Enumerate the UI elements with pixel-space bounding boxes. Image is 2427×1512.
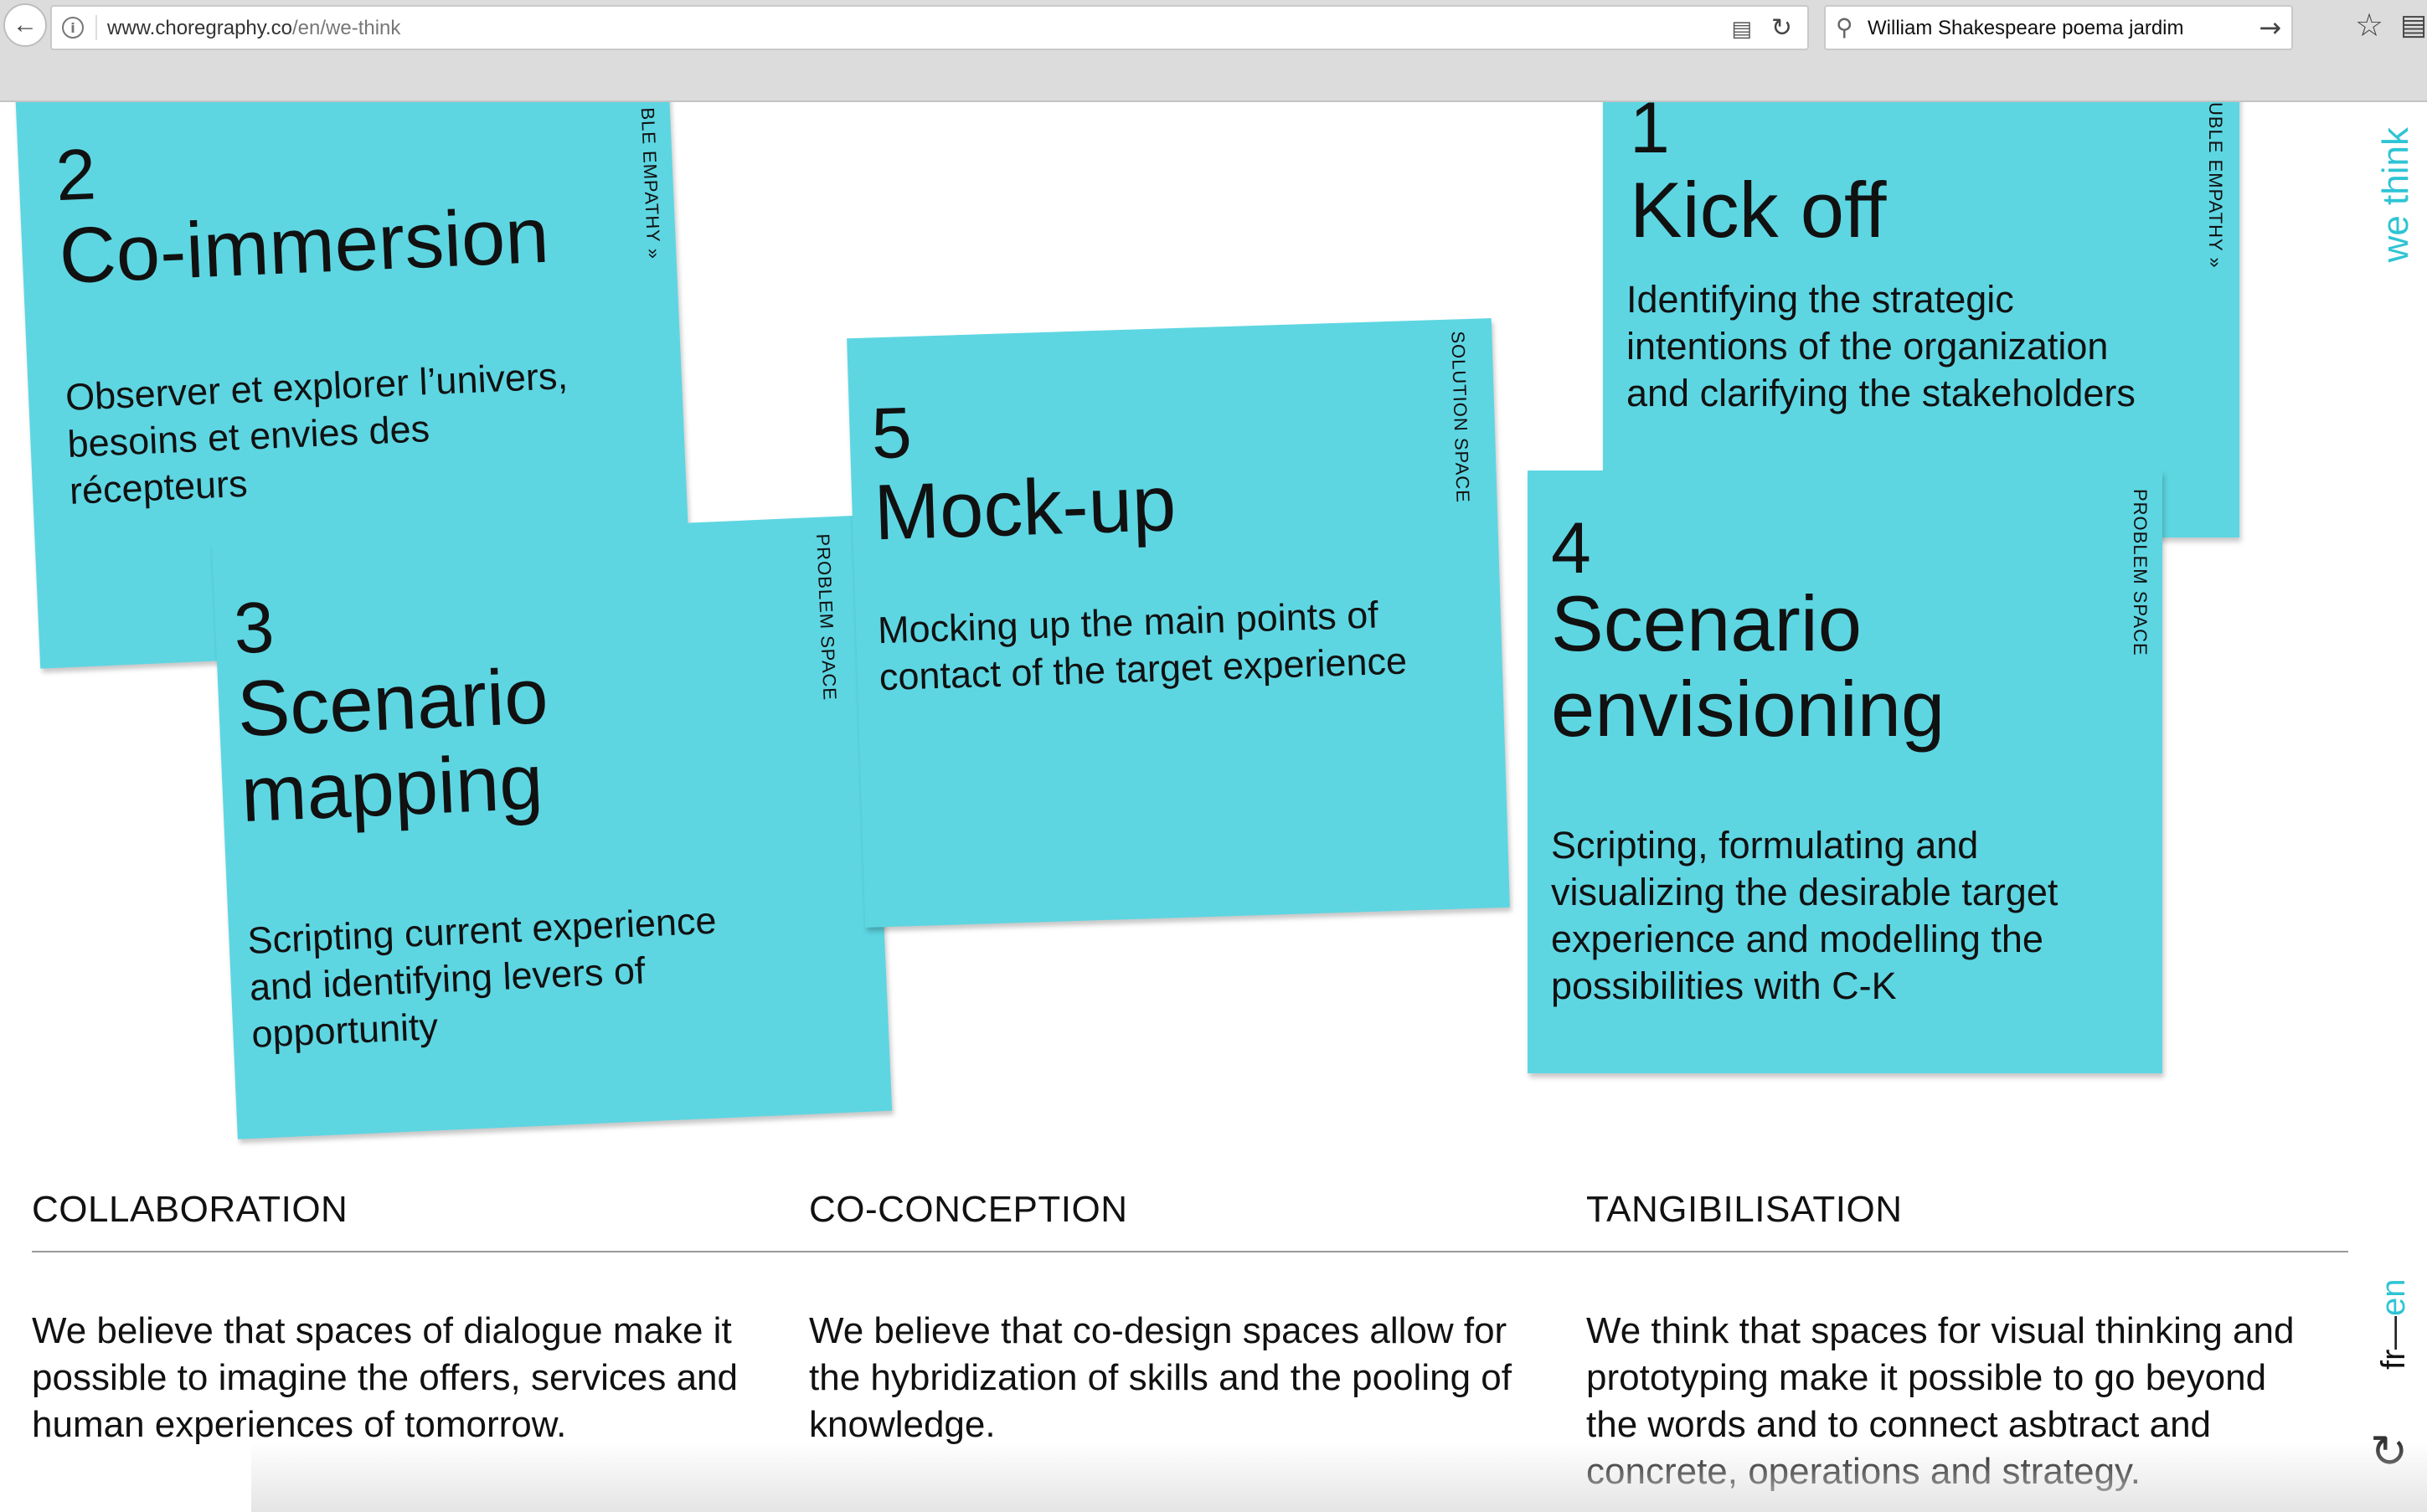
card-mock-up[interactable]: 5 Mock-up Mocking up the main points of … bbox=[847, 318, 1510, 928]
card-title: Co-immersion bbox=[57, 190, 551, 301]
url-divider bbox=[95, 15, 97, 40]
card-description: Mocking up the main points of contact of… bbox=[877, 593, 1408, 699]
card-side-label: SOLUTION SPACE bbox=[1447, 330, 1474, 504]
page-viewport: 2 Co-immersion Observer et explorer l’un… bbox=[0, 102, 2427, 1512]
card-title: Mock-up bbox=[873, 459, 1177, 557]
card-description: Scripting, formulating and visualizing t… bbox=[1551, 824, 2059, 1007]
section-divider bbox=[32, 1251, 2348, 1252]
lang-fr-link[interactable]: fr bbox=[2375, 1350, 2413, 1370]
card-number: 2 bbox=[54, 134, 98, 217]
star-icon[interactable]: ☆ bbox=[2355, 7, 2383, 44]
info-icon[interactable]: i bbox=[62, 17, 84, 39]
go-arrow-icon[interactable]: → bbox=[2259, 12, 2281, 44]
address-bar[interactable]: i www.choregraphy.co/en/we-think ▤ ↻ bbox=[50, 5, 1809, 50]
search-icon: ⚲ bbox=[1836, 13, 1853, 41]
reload-icon[interactable]: ↻ bbox=[1771, 13, 1792, 43]
lang-en-link[interactable]: en bbox=[2375, 1278, 2413, 1316]
column-heading-tangibilisation: TANGIBILISATION bbox=[1586, 1189, 1903, 1230]
card-scenario-envisioning[interactable]: 4 Scenario envisioning Scripting, formul… bbox=[1528, 471, 2162, 1073]
url-path: /en/we-think bbox=[292, 17, 401, 39]
card-number: 3 bbox=[232, 587, 276, 670]
column-text-co-conception: We believe that co-design spaces allow f… bbox=[809, 1310, 1512, 1445]
card-side-label: PROBLEM SPACE bbox=[812, 533, 841, 702]
search-input[interactable]: William Shakespeare poema jardim bbox=[1868, 17, 2183, 40]
column-heading-collaboration: COLLABORATION bbox=[32, 1189, 348, 1230]
card-title: Scenario mapping bbox=[235, 651, 550, 839]
search-bar[interactable]: ⚲ William Shakespeare poema jardim → bbox=[1824, 5, 2293, 50]
card-side-label: PROBLEM SPACE bbox=[2130, 489, 2151, 656]
reader-view-icon[interactable]: ▤ bbox=[1731, 17, 1752, 42]
card-number: 1 bbox=[1630, 102, 1670, 168]
card-description: Scripting current experience and identif… bbox=[246, 898, 718, 1056]
card-title: Kick off bbox=[1630, 166, 1887, 254]
column-text-collaboration: We believe that spaces of dialogue make … bbox=[32, 1310, 738, 1445]
card-description: Observer et explorer l’univers, besoins … bbox=[64, 353, 569, 512]
card-side-label: BLE EMPATHY » bbox=[636, 106, 665, 260]
bottom-fade-overlay bbox=[251, 1442, 2427, 1512]
lang-separator: — bbox=[2375, 1315, 2412, 1350]
card-scenario-mapping[interactable]: 3 Scenario mapping Scripting current exp… bbox=[211, 515, 893, 1139]
card-number: 5 bbox=[870, 392, 914, 475]
column-heading-co-conception: CO-CONCEPTION bbox=[809, 1189, 1128, 1230]
url-domain: www.choregraphy.co bbox=[107, 17, 292, 39]
language-switcher: fr — en bbox=[2375, 1278, 2413, 1370]
we-think-nav-link[interactable]: we think bbox=[2375, 127, 2417, 262]
url-text[interactable]: www.choregraphy.co/en/we-think bbox=[107, 17, 400, 40]
card-title: Scenario envisioning bbox=[1551, 579, 1945, 753]
card-description: Identifying the strategic intentions of … bbox=[1626, 278, 2136, 414]
back-arrow-icon[interactable]: ← bbox=[3, 3, 47, 47]
card-side-label: UBLE EMPATHY » bbox=[2205, 102, 2226, 269]
library-icon[interactable]: ▤ bbox=[2400, 8, 2427, 42]
card-number: 4 bbox=[1551, 508, 1591, 589]
browser-toolbar: ← i www.choregraphy.co/en/we-think ▤ ↻ ⚲… bbox=[0, 0, 2427, 102]
